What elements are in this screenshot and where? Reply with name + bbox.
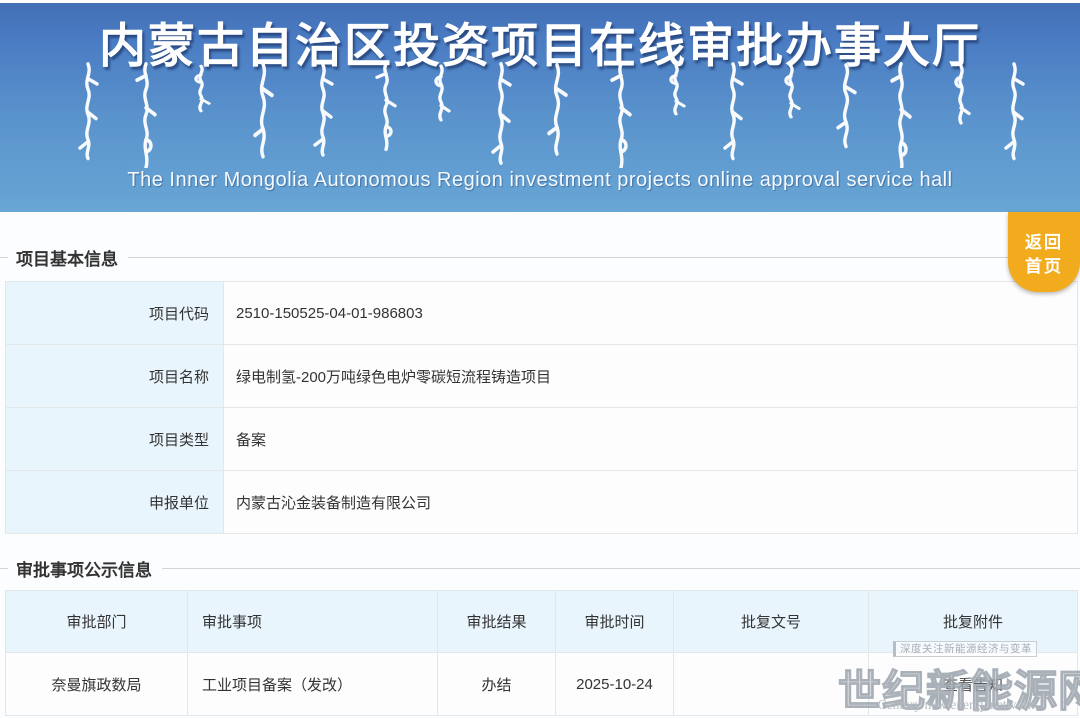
column-header-department: 审批部门: [5, 590, 188, 653]
project-info-table: 项目代码 2510-150525-04-01-986803 项目名称 绿电制氢-…: [5, 281, 1078, 534]
field-value-project-type: 备案: [223, 407, 1078, 471]
column-header-result: 审批结果: [437, 590, 556, 653]
section-heading-approval-info: 审批事项公示信息: [0, 557, 1080, 580]
return-home-label-line1: 返回: [1025, 233, 1063, 252]
table-row: 项目名称 绿电制氢-200万吨绿色电炉零碳短流程铸造项目: [5, 344, 1078, 408]
field-label-project-code: 项目代码: [5, 281, 224, 345]
table-row: 申报单位 内蒙古沁金装备制造有限公司: [5, 470, 1078, 534]
return-home-button[interactable]: 返回 首页: [1008, 212, 1080, 292]
field-value-project-code: 2510-150525-04-01-986803: [223, 281, 1078, 345]
column-header-time: 审批时间: [555, 590, 674, 653]
field-value-project-name: 绿电制氢-200万吨绿色电炉零碳短流程铸造项目: [223, 344, 1078, 408]
mongolian-script-decoration: [78, 60, 1025, 168]
column-header-attachment: 批复附件: [868, 590, 1078, 653]
field-label-project-type: 项目类型: [5, 407, 224, 471]
site-banner: 内蒙古自治区投资项目在线审批办事大厅 The Inner Mongolia Au…: [0, 3, 1080, 212]
heading-rule: [0, 256, 8, 258]
approval-info-table: 审批部门 审批事项 审批结果 审批时间 批复文号 批复附件 奈曼旗政数局 工业项…: [5, 590, 1078, 716]
table-row: 项目类型 备案: [5, 407, 1078, 471]
cell-doc-number: [673, 652, 869, 716]
field-label-declaring-unit: 申报单位: [5, 470, 224, 534]
table-row: 项目代码 2510-150525-04-01-986803: [5, 281, 1078, 345]
heading-rule: [162, 567, 1080, 569]
section-heading-project-info: 项目基本信息: [0, 246, 1080, 269]
cell-result: 办结: [437, 652, 556, 716]
view-notice-link[interactable]: 查看告知: [943, 677, 1003, 694]
cell-item: 工业项目备案（发改）: [187, 652, 438, 716]
section-title: 项目基本信息: [16, 249, 118, 269]
return-home-label-line2: 首页: [1025, 257, 1063, 276]
page: 内蒙古自治区投资项目在线审批办事大厅 The Inner Mongolia Au…: [0, 0, 1080, 718]
column-header-doc-number: 批复文号: [673, 590, 869, 653]
cell-time: 2025-10-24: [555, 652, 674, 716]
field-value-declaring-unit: 内蒙古沁金装备制造有限公司: [223, 470, 1078, 534]
main-content: 项目基本信息 项目代码 2510-150525-04-01-986803 项目名…: [0, 212, 1080, 718]
table-header-row: 审批部门 审批事项 审批结果 审批时间 批复文号 批复附件: [5, 590, 1078, 653]
site-title-en: The Inner Mongolia Autonomous Region inv…: [127, 169, 953, 191]
heading-rule: [0, 567, 8, 569]
column-header-item: 审批事项: [187, 590, 438, 653]
cell-department: 奈曼旗政数局: [5, 652, 188, 716]
cell-attachment: 查看告知: [868, 652, 1078, 716]
table-row: 奈曼旗政数局 工业项目备案（发改） 办结 2025-10-24 查看告知: [5, 652, 1078, 716]
field-label-project-name: 项目名称: [5, 344, 224, 408]
section-title: 审批事项公示信息: [16, 560, 152, 580]
heading-rule: [128, 256, 1080, 258]
